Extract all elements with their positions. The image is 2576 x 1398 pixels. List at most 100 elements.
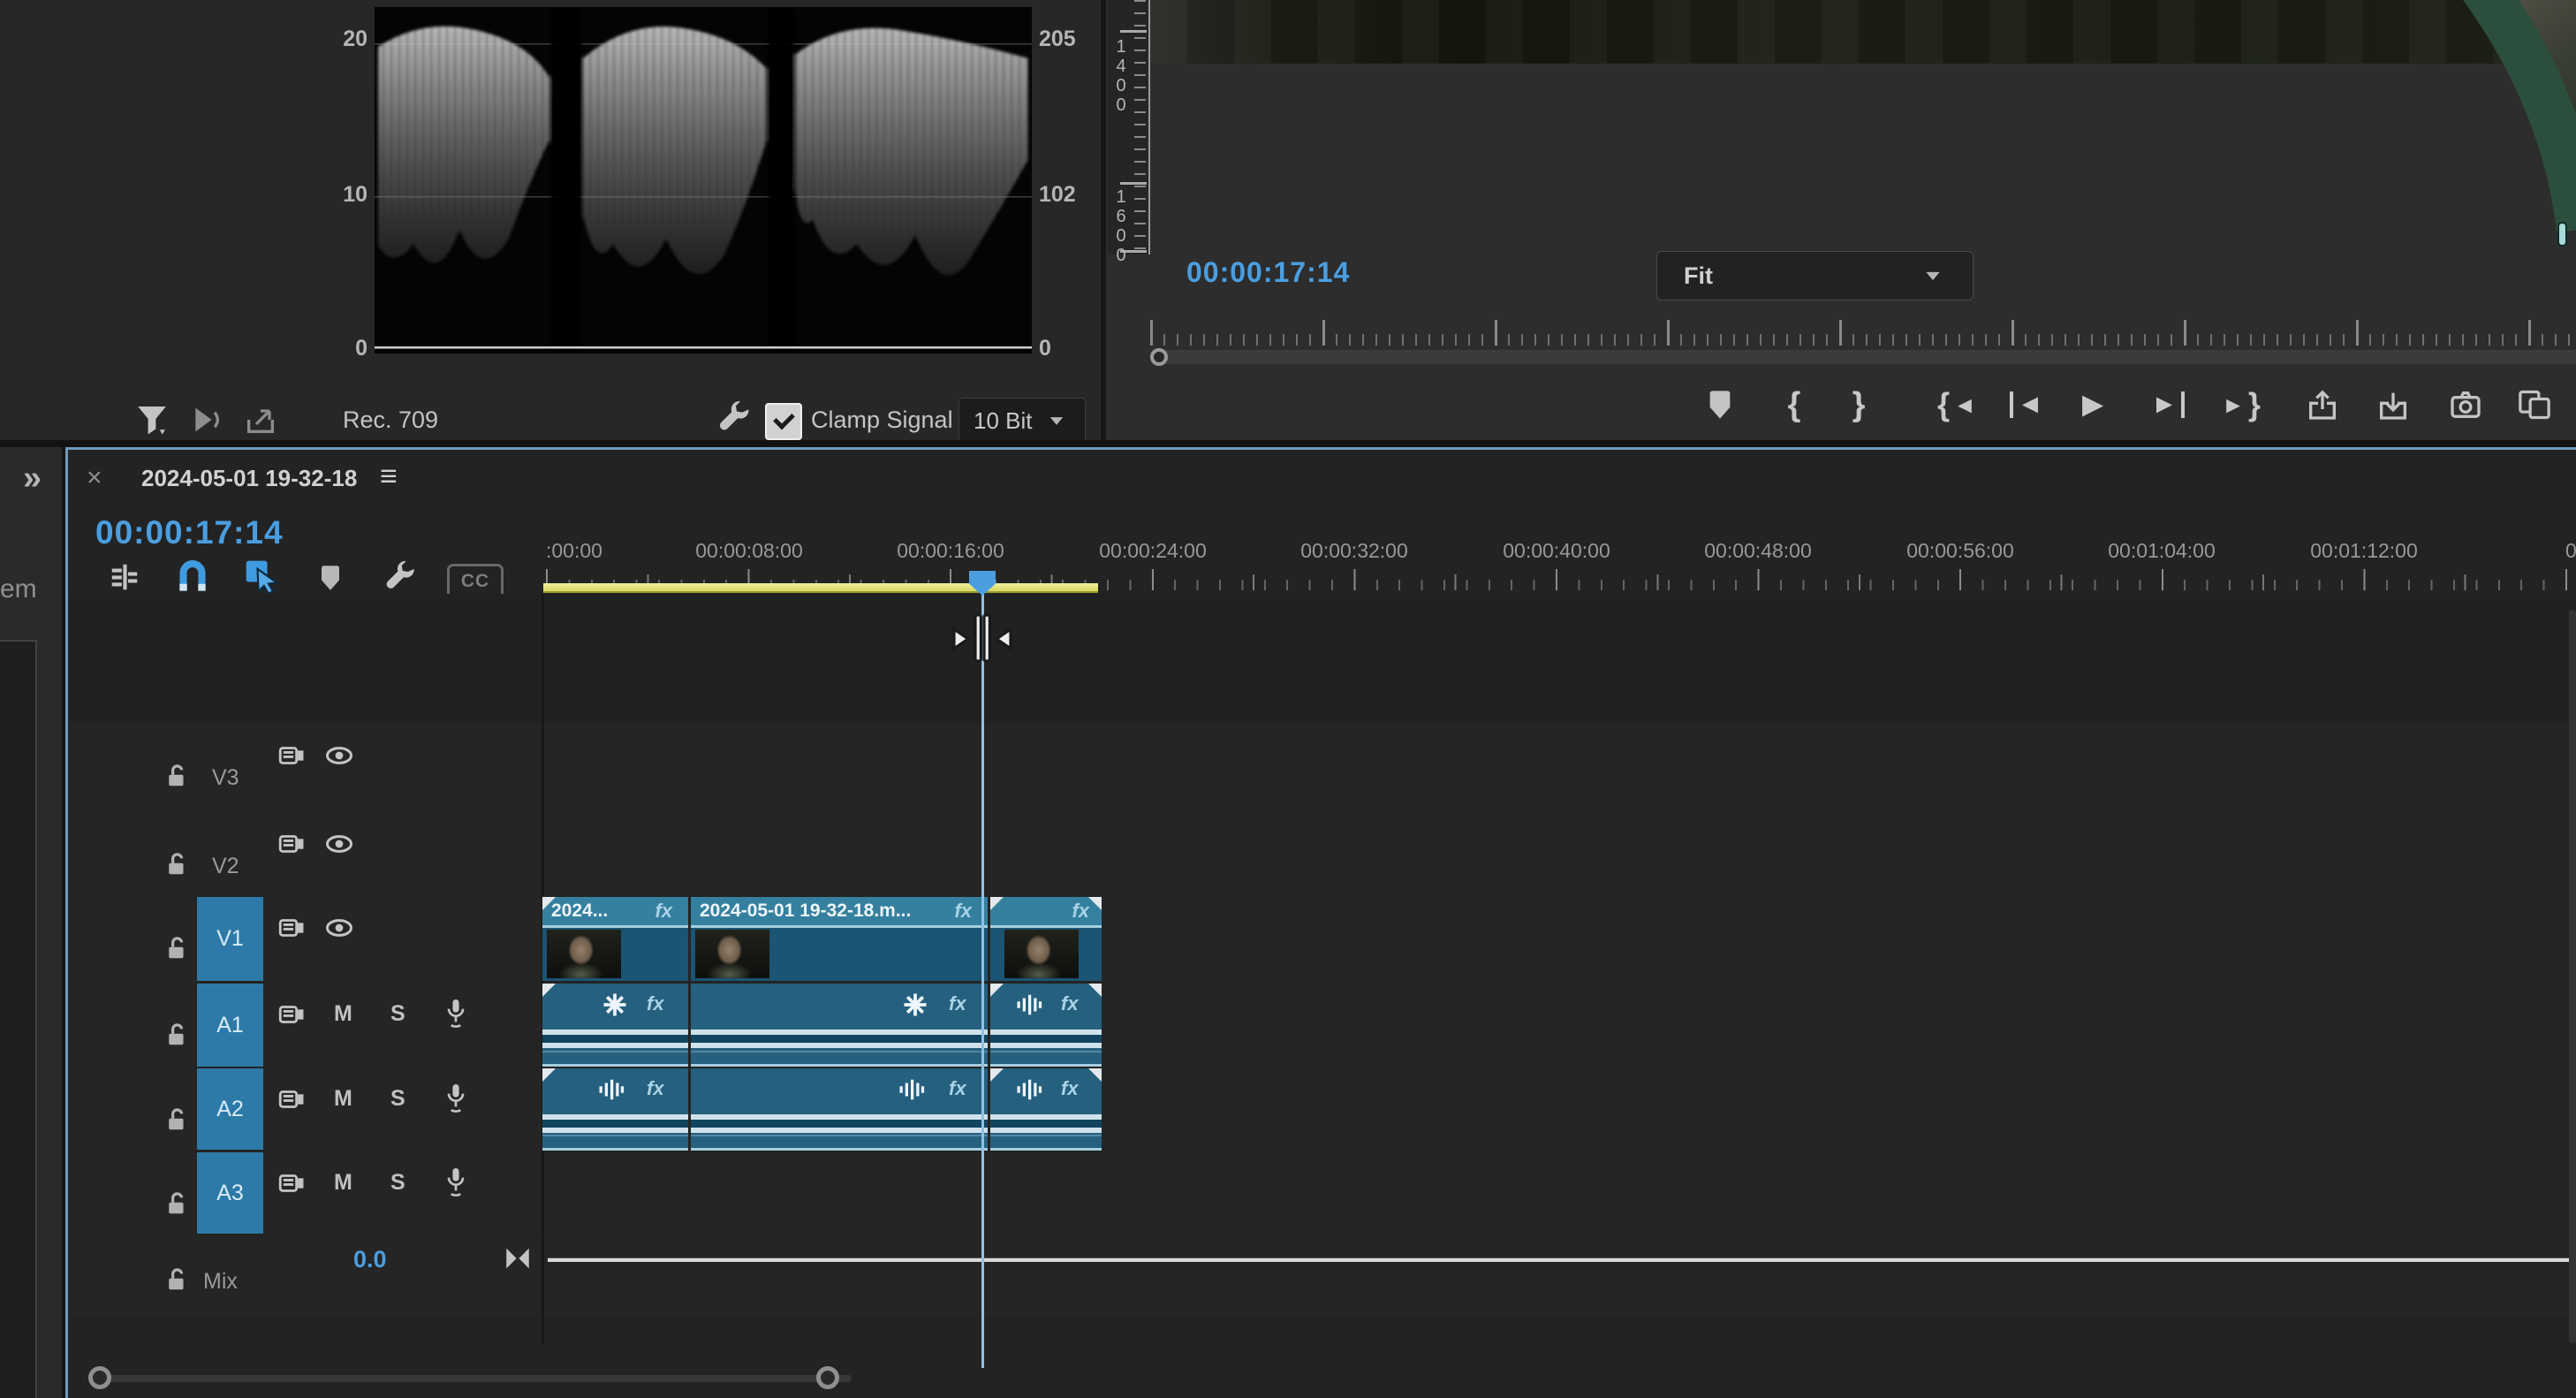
track-row-a2[interactable]: A2 M S: [69, 1068, 2576, 1150]
add-marker-button[interactable]: [1694, 380, 1746, 429]
panel-divider-horizontal[interactable]: [0, 440, 2576, 447]
voiceover-record-mic-icon[interactable]: [438, 1163, 474, 1202]
solo-button[interactable]: S: [390, 1086, 405, 1112]
keyframe-bowtie-icon[interactable]: [500, 1242, 535, 1274]
export-frame-scope-icon[interactable]: [240, 399, 281, 440]
timeline-add-marker-icon[interactable]: [311, 558, 350, 597]
snap-magnet-icon[interactable]: [171, 555, 214, 597]
solo-button[interactable]: S: [390, 1001, 405, 1027]
source-track-icon[interactable]: [274, 739, 309, 772]
step-forward-button[interactable]: ►: [2140, 380, 2196, 429]
close-icon[interactable]: ×: [87, 463, 102, 493]
clip-video-2[interactable]: 2024-05-01 19-32-18.m... fx: [691, 897, 988, 981]
panel-divider-vertical[interactable]: [1101, 0, 1106, 440]
mute-button[interactable]: M: [334, 1001, 352, 1027]
mute-button[interactable]: M: [334, 1086, 352, 1112]
program-time-ruler[interactable]: [1150, 316, 2576, 346]
voiceover-record-mic-icon[interactable]: [438, 994, 474, 1033]
program-scrub-track[interactable]: [1150, 350, 2576, 364]
track-target-v1[interactable]: V1: [197, 897, 263, 981]
source-track-icon[interactable]: [274, 1083, 309, 1116]
lock-icon[interactable]: [161, 1188, 193, 1219]
timeline-timecode[interactable]: 00:00:17:14: [95, 514, 284, 551]
export-frame-button[interactable]: [2440, 380, 2491, 429]
mix-volume-value[interactable]: 0.0: [353, 1246, 387, 1273]
clip-audio-a1-1[interactable]: fx: [542, 984, 688, 1067]
program-playhead-handle[interactable]: [1150, 348, 1168, 366]
track-target-a3[interactable]: A3: [197, 1152, 263, 1234]
clip-audio-a2-1[interactable]: fx: [542, 1068, 688, 1151]
program-timecode[interactable]: 00:00:17:14: [1186, 256, 1350, 289]
audio-rubber-band[interactable]: [990, 1051, 1102, 1052]
step-back-button[interactable]: ◄: [1998, 380, 2055, 429]
timeline-settings-wrench-icon[interactable]: [378, 557, 420, 599]
timeline-hscroll-track[interactable]: [92, 1375, 852, 1382]
mute-button[interactable]: M: [334, 1170, 352, 1196]
hscroll-handle-right[interactable]: [816, 1366, 839, 1389]
audio-rubber-band[interactable]: [691, 1135, 988, 1136]
panel-menu-icon[interactable]: ≡: [380, 460, 398, 494]
lift-button[interactable]: [2297, 380, 2348, 429]
work-area-bar[interactable]: [543, 583, 1098, 593]
mark-out-button[interactable]: }: [1833, 380, 1884, 429]
clip-audio-a1-2[interactable]: fx: [691, 984, 988, 1067]
track-row-v1[interactable]: V1: [69, 897, 2576, 981]
zoom-level-dropdown[interactable]: Fit: [1656, 251, 1974, 300]
lock-icon[interactable]: [161, 1264, 193, 1295]
clip-audio-a2-2[interactable]: fx: [691, 1068, 988, 1151]
track-target-a2[interactable]: A2: [197, 1068, 263, 1150]
audio-rubber-band[interactable]: [542, 1135, 688, 1136]
track-row-v2[interactable]: V2: [69, 815, 2576, 895]
nest-toggle-icon[interactable]: [104, 557, 145, 597]
source-track-icon[interactable]: [274, 911, 309, 945]
mix-volume-rubber-band[interactable]: [548, 1257, 2576, 1262]
track-name[interactable]: V3: [212, 765, 239, 791]
clip-video-1[interactable]: 2024... fx: [542, 897, 688, 981]
filter-icon[interactable]: [131, 398, 173, 440]
lock-icon[interactable]: [161, 848, 193, 880]
timeline-vscroll[interactable]: [2569, 610, 2576, 1343]
go-to-out-button[interactable]: ► }: [2209, 380, 2274, 429]
extract-button[interactable]: [2368, 380, 2419, 429]
sequence-tab-title[interactable]: 2024-05-01 19-32-18: [141, 465, 357, 492]
audio-rubber-band[interactable]: [691, 1051, 988, 1052]
track-target-a1[interactable]: A1: [197, 984, 263, 1067]
source-track-icon[interactable]: [274, 1166, 309, 1200]
clip-audio-a1-3[interactable]: fx: [990, 984, 1102, 1067]
facecam-overlay: [2421, 0, 2576, 265]
go-to-in-button[interactable]: { ◄: [1924, 380, 1989, 429]
clip-video-3[interactable]: fx: [990, 897, 1102, 981]
playback-preview-icon[interactable]: [186, 399, 226, 440]
track-row-a1[interactable]: A1 M S: [69, 984, 2576, 1067]
toggle-track-output-eye-icon[interactable]: [322, 739, 357, 772]
playhead-line[interactable]: [981, 573, 984, 1368]
lock-icon[interactable]: [161, 1019, 193, 1051]
lock-icon[interactable]: [161, 760, 193, 792]
clamp-signal-checkbox[interactable]: [765, 403, 802, 440]
lock-icon[interactable]: [161, 932, 193, 964]
source-track-icon[interactable]: [274, 827, 309, 861]
source-track-icon[interactable]: [274, 998, 309, 1031]
hscroll-handle-left[interactable]: [88, 1366, 111, 1389]
linked-selection-icon[interactable]: [240, 555, 284, 599]
bit-depth-dropdown[interactable]: 10 Bit: [958, 398, 1086, 444]
scope-axis-left-0: 0: [318, 336, 367, 361]
toggle-track-output-eye-icon[interactable]: [322, 911, 357, 945]
clip-audio-a2-3[interactable]: fx: [990, 1068, 1102, 1151]
track-row-mix[interactable]: Mix 0.0: [69, 1235, 2576, 1315]
lock-icon[interactable]: [161, 1104, 193, 1136]
comparison-view-button[interactable]: [2509, 380, 2560, 429]
mark-in-button[interactable]: {: [1769, 380, 1820, 429]
audio-rubber-band[interactable]: [542, 1051, 688, 1052]
track-row-v3[interactable]: V3: [69, 723, 2576, 813]
expand-panel-chevrons[interactable]: »: [23, 460, 42, 498]
audio-rubber-band[interactable]: [990, 1135, 1102, 1136]
scope-settings-wrench-icon[interactable]: [712, 398, 754, 440]
track-name[interactable]: V2: [212, 854, 239, 879]
play-button[interactable]: ►: [2067, 380, 2118, 429]
track-row-a3[interactable]: A3 M S: [69, 1152, 2576, 1234]
toggle-track-output-eye-icon[interactable]: [322, 827, 357, 861]
voiceover-record-mic-icon[interactable]: [438, 1079, 474, 1118]
solo-button[interactable]: S: [390, 1170, 405, 1196]
fx-badge: fx: [647, 1077, 664, 1100]
